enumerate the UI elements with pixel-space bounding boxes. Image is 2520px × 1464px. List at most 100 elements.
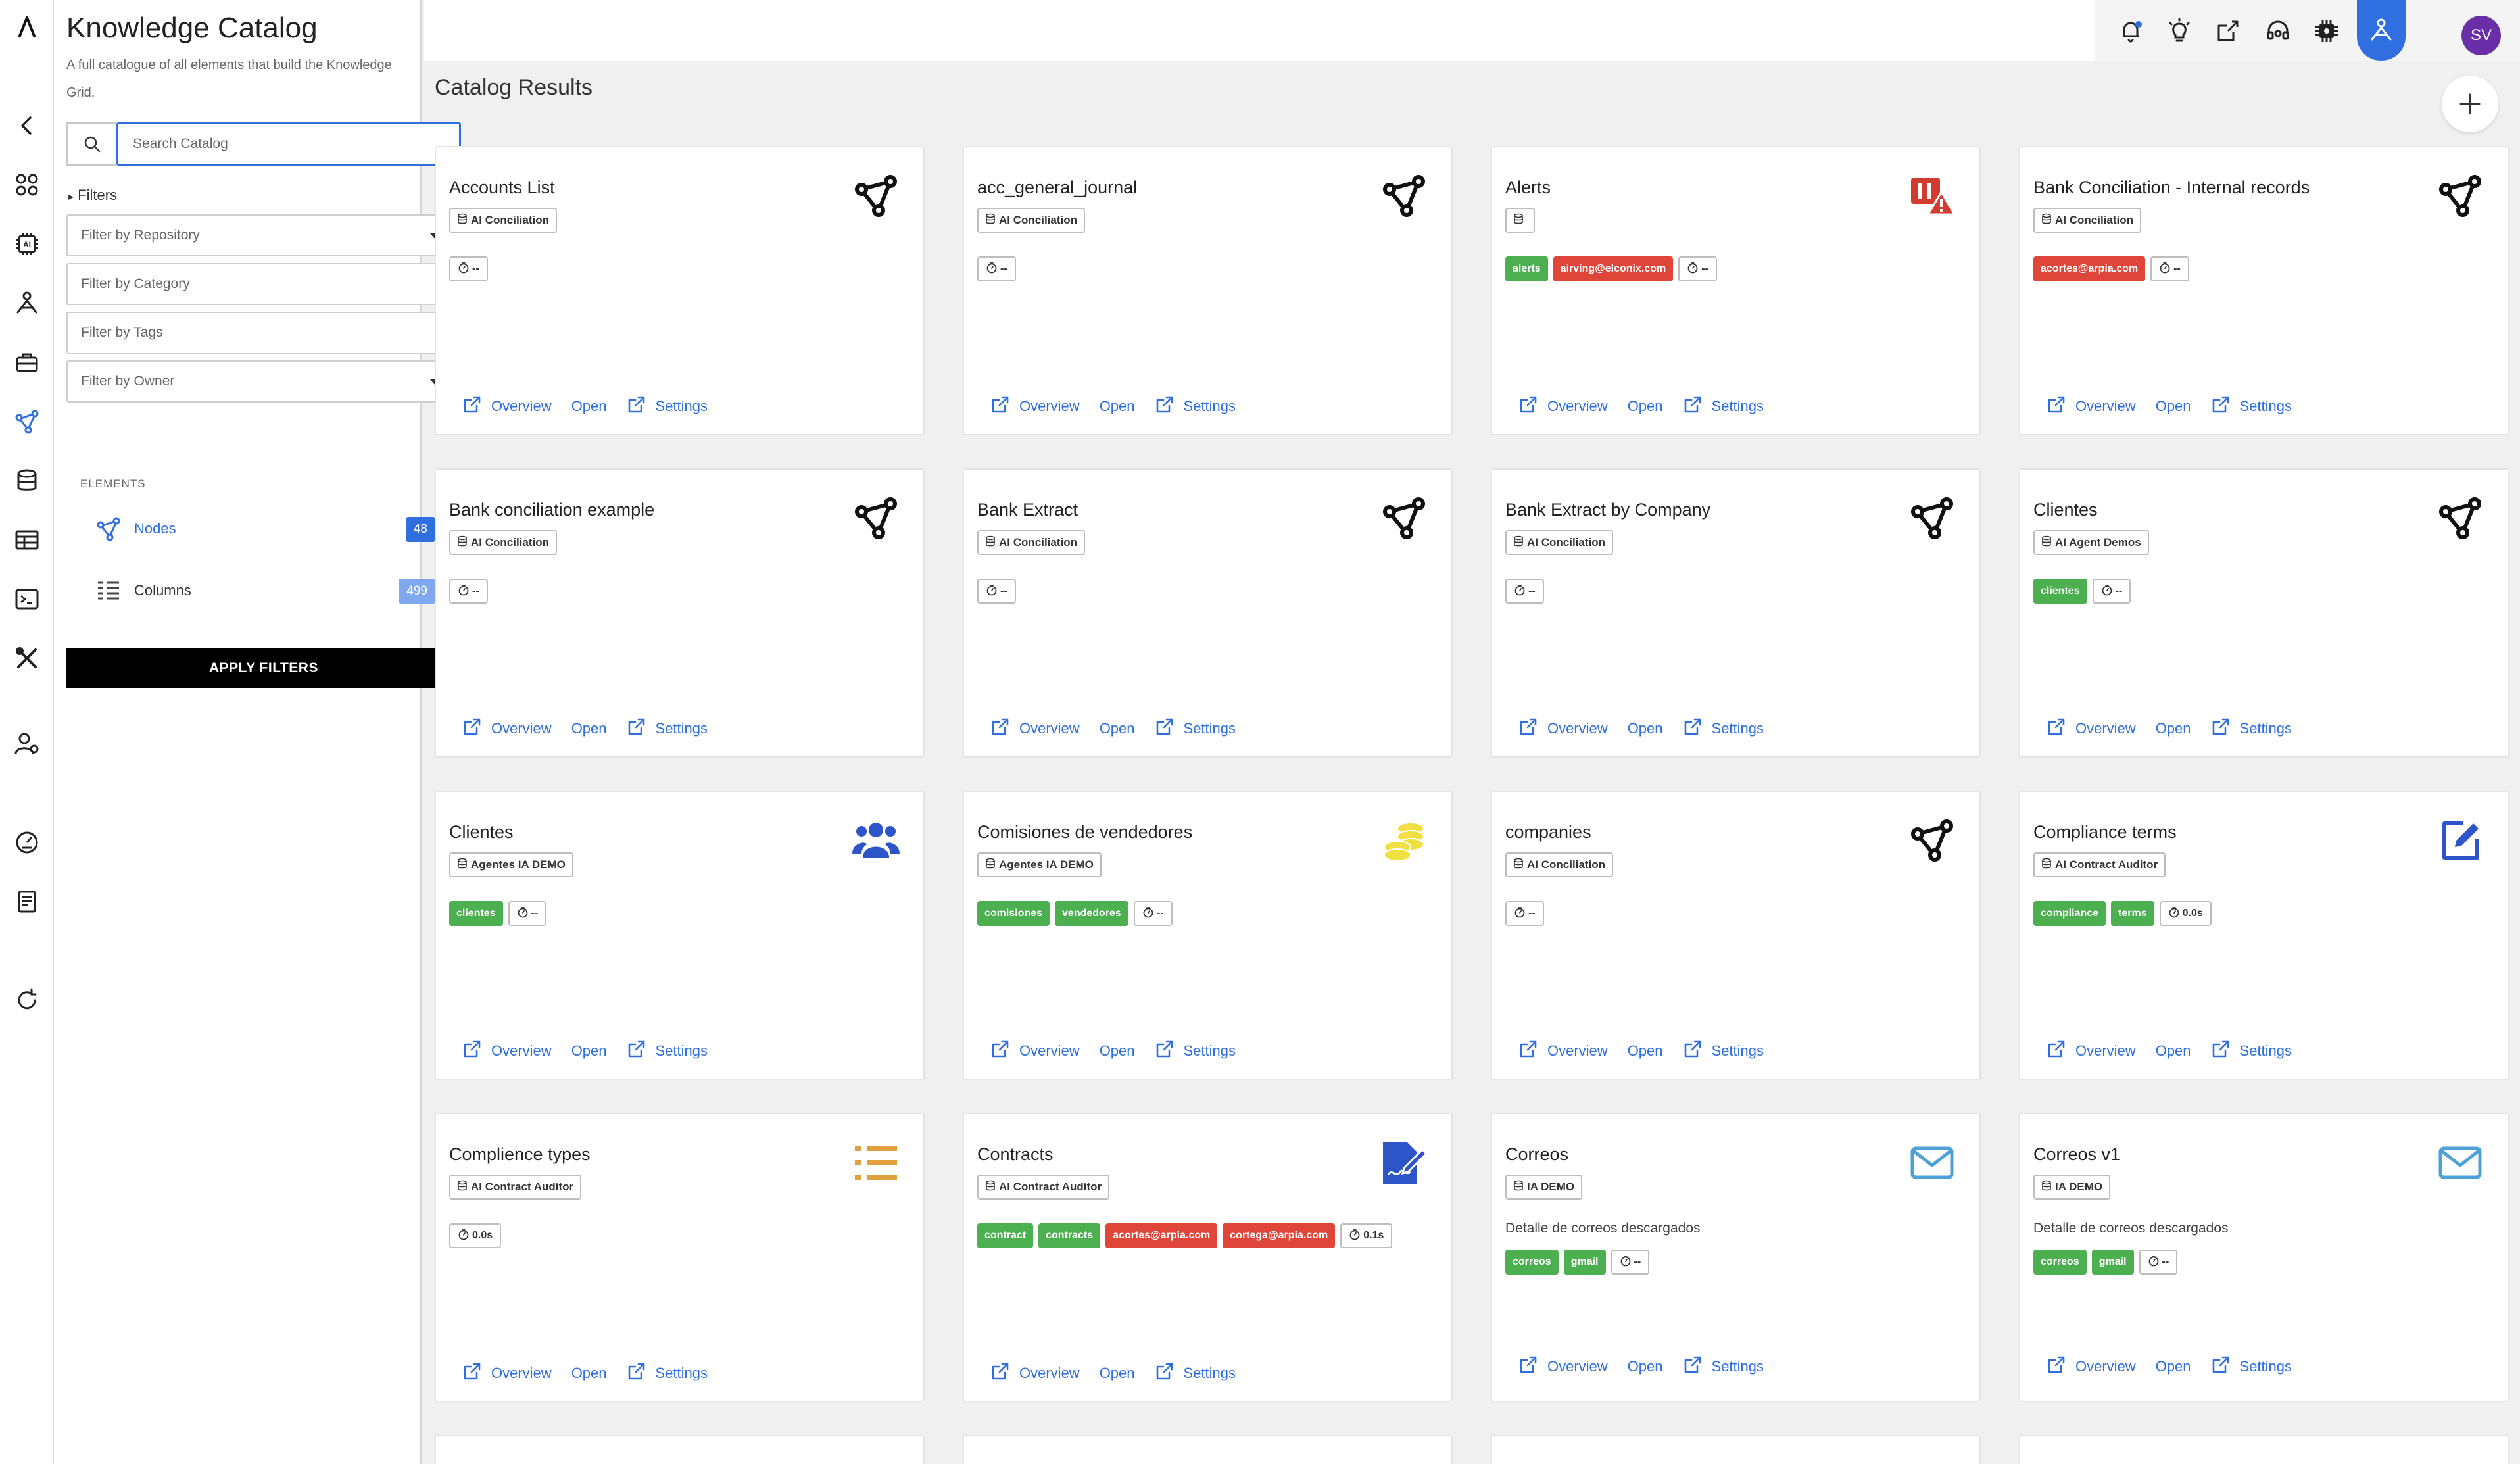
overview-link[interactable]: Overview <box>462 395 552 418</box>
settings-link[interactable]: Settings <box>1683 717 1764 741</box>
overview-link[interactable]: Overview <box>990 1361 1080 1385</box>
logo-icon[interactable] <box>9 9 45 45</box>
settings-link[interactable]: Settings <box>2211 395 2292 418</box>
catalog-card[interactable]: acc_general_journal AI Conciliation -- Over… <box>963 146 1453 435</box>
overview-link[interactable]: Overview <box>2047 395 2136 418</box>
open-link[interactable]: Open <box>571 1365 607 1382</box>
overview-link[interactable]: Overview <box>1518 717 1608 741</box>
graph-nodes-icon[interactable] <box>9 404 45 439</box>
tag-chip[interactable]: comisiones <box>977 901 1050 926</box>
owner-tag[interactable]: airving@elconix.com <box>1553 256 1674 281</box>
element-columns[interactable]: Columns 499 <box>93 572 435 609</box>
owner-tag[interactable]: acortes@arpia.com <box>2033 256 2146 281</box>
settings-link[interactable]: Settings <box>1155 1361 1236 1385</box>
tag-chip[interactable]: vendedores <box>1055 901 1128 926</box>
apps-grid-icon[interactable] <box>9 167 45 203</box>
overview-link[interactable]: Overview <box>1518 395 1608 418</box>
overview-link[interactable]: Overview <box>990 1039 1080 1063</box>
tools-icon[interactable] <box>9 641 45 676</box>
settings-link[interactable]: Settings <box>2211 717 2292 741</box>
filter-repository-select[interactable]: Filter by Repository <box>66 214 461 256</box>
overview-link[interactable]: Overview <box>990 395 1080 418</box>
catalog-card[interactable]: Correos IA DEMO Detalle de correos descarg… <box>1491 1113 1981 1402</box>
settings-link[interactable]: Settings <box>1155 717 1236 741</box>
catalog-card[interactable]: Compliance terms AI Contract Auditor compl… <box>2019 791 2509 1080</box>
tag-chip[interactable]: compliance <box>2033 901 2106 926</box>
overview-link[interactable]: Overview <box>2047 717 2136 741</box>
open-link[interactable]: Open <box>1100 720 1135 737</box>
settings-link[interactable]: Settings <box>1683 1355 1764 1379</box>
catalog-card[interactable]: Bank Conciliation - Internal records AI C… <box>2019 146 2509 435</box>
open-link[interactable]: Open <box>1628 398 1663 415</box>
settings-link[interactable]: Settings <box>2211 1039 2292 1063</box>
lightbulb-icon[interactable] <box>2164 16 2194 46</box>
overview-link[interactable]: Overview <box>1518 1355 1608 1379</box>
toolbox-icon[interactable] <box>9 345 45 380</box>
catalog-card[interactable]: Accounts List AI Conciliation -- Overview Op… <box>435 146 925 435</box>
tag-chip[interactable]: contract <box>977 1223 1034 1248</box>
overview-link[interactable]: Overview <box>2047 1355 2136 1379</box>
settings-link[interactable]: Settings <box>627 1039 708 1063</box>
settings-link[interactable]: Settings <box>627 1361 708 1385</box>
tag-chip[interactable]: gmail <box>1563 1250 1606 1275</box>
notifications-icon[interactable] <box>2116 16 2146 46</box>
open-link[interactable]: Open <box>1100 1042 1135 1060</box>
open-link[interactable]: Open <box>1100 1365 1135 1382</box>
settings-link[interactable]: Settings <box>2211 1355 2292 1379</box>
tag-chip[interactable]: correos <box>1505 1250 1559 1275</box>
open-link[interactable]: Open <box>2156 398 2191 415</box>
refresh-icon[interactable] <box>9 983 45 1018</box>
catalog-card[interactable]: Complience types AI Contract Auditor 0.0s O… <box>435 1113 925 1402</box>
catalog-card-partial[interactable] <box>2019 1435 2509 1464</box>
overview-link[interactable]: Overview <box>462 1039 552 1063</box>
filters-toggle[interactable]: ▸ Filters <box>68 187 117 204</box>
catalog-card[interactable]: Correos v1 IA DEMO Detalle de correos desc… <box>2019 1113 2509 1402</box>
catalog-card-partial[interactable] <box>963 1435 1453 1464</box>
settings-link[interactable]: Settings <box>627 717 708 741</box>
open-link[interactable]: Open <box>2156 720 2191 737</box>
catalog-card[interactable]: Bank Extract AI Conciliation -- Overview Ope… <box>963 468 1453 758</box>
search-button[interactable] <box>66 122 116 166</box>
open-link[interactable]: Open <box>571 1042 607 1060</box>
agent-icon[interactable] <box>9 285 45 321</box>
notebook-icon[interactable] <box>9 884 45 919</box>
database-icon[interactable] <box>9 463 45 499</box>
table-icon[interactable] <box>9 522 45 558</box>
catalog-card[interactable]: Bank conciliation example AI Conciliation… <box>435 468 925 758</box>
apply-filters-button[interactable]: APPLY FILTERS <box>66 648 461 688</box>
add-button[interactable] <box>2442 76 2498 132</box>
catalog-card-partial[interactable] <box>1491 1435 1981 1464</box>
catalog-card[interactable]: Comisiones de vendedores Agentes IA DEMO c… <box>963 791 1453 1080</box>
tag-chip[interactable]: alerts <box>1505 256 1548 281</box>
catalog-card-partial[interactable] <box>435 1435 925 1464</box>
element-nodes[interactable]: Nodes 48 <box>93 510 435 547</box>
owner-tag[interactable]: acortes@arpia.com <box>1105 1223 1218 1248</box>
overview-link[interactable]: Overview <box>990 717 1080 741</box>
overview-link[interactable]: Overview <box>462 1361 552 1385</box>
open-link[interactable]: Open <box>2156 1042 2191 1060</box>
filter-owner-select[interactable]: Filter by Owner <box>66 360 461 403</box>
terminal-icon[interactable] <box>9 581 45 617</box>
tag-chip[interactable]: clientes <box>2033 579 2087 604</box>
filter-tags-input[interactable]: Filter by Tags <box>66 312 461 354</box>
search-input[interactable] <box>116 122 461 166</box>
overview-link[interactable]: Overview <box>2047 1039 2136 1063</box>
settings-link[interactable]: Settings <box>1155 395 1236 418</box>
catalog-card[interactable]: Clientes Agentes IA DEMO clientes -- Overvie… <box>435 791 925 1080</box>
dashboard-gauge-icon[interactable] <box>9 825 45 860</box>
user-avatar[interactable]: SV <box>2461 16 2501 55</box>
owner-tag[interactable]: cortega@arpia.com <box>1223 1223 1336 1248</box>
open-link[interactable]: Open <box>571 720 607 737</box>
settings-link[interactable]: Settings <box>1683 395 1764 418</box>
settings-link[interactable]: Settings <box>1683 1039 1764 1063</box>
support-headset-icon[interactable] <box>2263 16 2293 46</box>
overview-link[interactable]: Overview <box>462 717 552 741</box>
tag-chip[interactable]: correos <box>2033 1250 2087 1275</box>
open-link[interactable]: Open <box>571 398 607 415</box>
tag-chip[interactable]: clientes <box>449 901 503 926</box>
catalog-card[interactable]: Alerts alerts airving@elconix.com -- Overvie… <box>1491 146 1981 435</box>
tag-chip[interactable]: contracts <box>1038 1223 1101 1248</box>
agent-active-icon[interactable] <box>2357 0 2406 61</box>
settings-link[interactable]: Settings <box>627 395 708 418</box>
catalog-card[interactable]: Clientes AI Agent Demos clientes -- Overview… <box>2019 468 2509 758</box>
